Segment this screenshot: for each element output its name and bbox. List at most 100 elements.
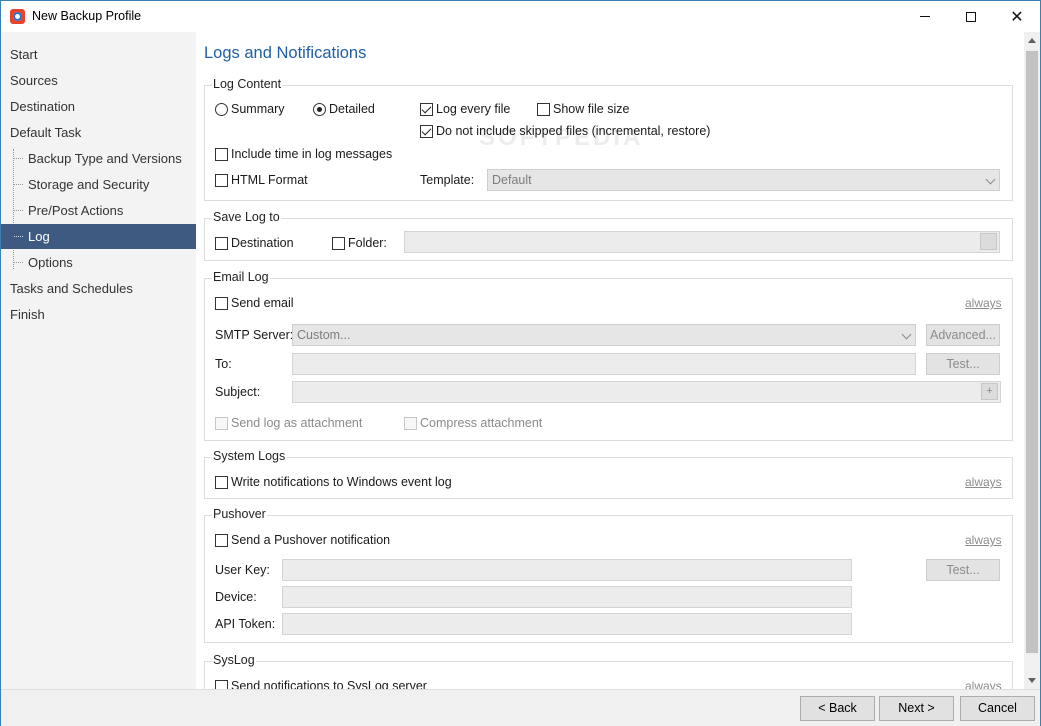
sidebar-item-storage-security[interactable]: Storage and Security: [1, 172, 196, 197]
sidebar-item-destination[interactable]: Destination: [1, 94, 196, 119]
checkbox-box: [537, 102, 550, 116]
sidebar-item-backup-type[interactable]: Backup Type and Versions: [1, 146, 196, 171]
no-skipped-files-checkbox[interactable]: Do not include skipped files (incrementa…: [420, 124, 710, 138]
detailed-label: Detailed: [329, 102, 375, 116]
subject-input[interactable]: +: [292, 381, 1001, 403]
scrollbar-thumb[interactable]: [1026, 51, 1038, 653]
checkbox-box: [215, 679, 228, 689]
checkbox-box: [420, 124, 433, 138]
minimize-icon: [920, 16, 930, 17]
send-attachment-checkbox[interactable]: Send log as attachment: [215, 416, 362, 430]
sidebar-item-log[interactable]: Log: [1, 224, 196, 249]
log-every-file-checkbox[interactable]: Log every file: [420, 102, 510, 116]
radio-circle: [313, 102, 326, 116]
vertical-scrollbar[interactable]: [1024, 32, 1040, 689]
group-title: System Logs: [212, 449, 287, 463]
send-pushover-checkbox[interactable]: Send a Pushover notification: [215, 533, 390, 547]
system-logs-always-link[interactable]: always: [965, 475, 1002, 489]
send-email-checkbox[interactable]: Send email: [215, 296, 294, 310]
include-time-label: Include time in log messages: [231, 147, 393, 161]
show-file-size-checkbox[interactable]: Show file size: [537, 102, 629, 116]
folder-path-input[interactable]: [404, 231, 1000, 253]
scroll-up-icon[interactable]: [1028, 38, 1036, 43]
tree-branch: [14, 184, 23, 185]
group-title: Save Log to: [212, 210, 281, 224]
summary-label: Summary: [231, 102, 285, 116]
cancel-button[interactable]: Cancel: [960, 696, 1035, 721]
sidebar-item-sources[interactable]: Sources: [1, 68, 196, 93]
save-destination-checkbox[interactable]: Destination: [215, 236, 294, 250]
system-logs-group: System Logs Write notifications to Windo…: [204, 449, 1013, 499]
close-button[interactable]: ✕: [994, 1, 1040, 32]
sidebar-item-label: Destination: [10, 99, 76, 114]
api-token-input[interactable]: [282, 613, 852, 635]
checkbox-box: [215, 475, 228, 489]
folder-label: Folder:: [348, 236, 387, 250]
detailed-radio[interactable]: Detailed: [313, 102, 375, 116]
compress-attachment-checkbox[interactable]: Compress attachment: [404, 416, 542, 430]
template-label: Template:: [420, 173, 475, 187]
sidebar-item-tasks-schedules[interactable]: Tasks and Schedules: [1, 276, 196, 301]
checkbox-box: [215, 236, 228, 250]
sidebar-item-default-task[interactable]: Default Task: [1, 120, 196, 145]
log-content-group: Log Content Summary Detailed Log every f…: [204, 77, 1013, 201]
syslog-checkbox[interactable]: Send notifications to SysLog server: [215, 679, 427, 689]
insert-variable-button[interactable]: +: [981, 383, 998, 400]
destination-label: Destination: [231, 236, 294, 250]
to-label: To:: [215, 357, 232, 371]
save-folder-checkbox[interactable]: Folder:: [332, 236, 387, 250]
template-value: Default: [492, 173, 532, 187]
api-token-label: API Token:: [215, 617, 276, 631]
sidebar-item-label: Finish: [10, 307, 45, 322]
maximize-button[interactable]: [948, 1, 994, 32]
back-button[interactable]: < Back: [800, 696, 875, 721]
browse-folder-icon[interactable]: [980, 233, 997, 250]
smtp-label: SMTP Server:: [215, 328, 294, 342]
main-panel: Logs and Notifications SOFTPEDIA Log Con…: [196, 32, 1024, 689]
email-test-button[interactable]: Test...: [926, 353, 1000, 375]
sidebar-item-pre-post-actions[interactable]: Pre/Post Actions: [1, 198, 196, 223]
sidebar-item-options[interactable]: Options: [1, 250, 196, 275]
sidebar-item-label: Default Task: [10, 125, 82, 140]
device-label: Device:: [215, 590, 257, 604]
device-input[interactable]: [282, 586, 852, 608]
smtp-server-select[interactable]: Custom...: [292, 324, 916, 346]
to-input[interactable]: [292, 353, 916, 375]
wizard-footer: < Back Next > Cancel: [1, 689, 1040, 726]
smtp-value: Custom...: [297, 328, 351, 342]
sidebar-item-label: Tasks and Schedules: [10, 281, 133, 296]
checkbox-box: [215, 173, 228, 187]
windows-event-log-checkbox[interactable]: Write notifications to Windows event log: [215, 475, 452, 489]
include-time-checkbox[interactable]: Include time in log messages: [215, 147, 392, 161]
checkbox-box: [332, 236, 345, 250]
sidebar-item-label: Backup Type and Versions: [28, 151, 182, 166]
pushover-always-link[interactable]: always: [965, 533, 1002, 547]
send-attachment-label: Send log as attachment: [231, 416, 363, 430]
summary-radio[interactable]: Summary: [215, 102, 284, 116]
no-skipped-label: Do not include skipped files (incrementa…: [436, 124, 711, 138]
send-email-label: Send email: [231, 296, 294, 310]
email-always-link[interactable]: always: [965, 296, 1002, 310]
checkbox-box: [215, 147, 228, 161]
smtp-advanced-button[interactable]: Advanced...: [926, 324, 1000, 346]
sidebar-item-start[interactable]: Start: [1, 42, 196, 67]
sidebar-item-label: Storage and Security: [28, 177, 150, 192]
sidebar-item-finish[interactable]: Finish: [1, 302, 196, 327]
sidebar-item-label: Start: [10, 47, 38, 62]
next-button[interactable]: Next >: [879, 696, 954, 721]
group-title: Log Content: [212, 77, 283, 91]
backup-profile-window: New Backup Profile ✕ Start Sources Desti…: [0, 0, 1041, 726]
html-format-checkbox[interactable]: HTML Format: [215, 173, 308, 187]
tree-branch: [14, 210, 23, 211]
wizard-sidebar: Start Sources Destination Default Task B…: [1, 32, 196, 689]
scroll-down-icon[interactable]: [1028, 678, 1036, 683]
checkbox-box: [215, 533, 228, 547]
tree-branch: [14, 262, 23, 263]
radio-circle: [215, 102, 228, 116]
syslog-always-link[interactable]: always: [965, 679, 1002, 689]
template-select[interactable]: Default: [487, 169, 1000, 191]
user-key-input[interactable]: [282, 559, 852, 581]
subject-label: Subject:: [215, 385, 261, 399]
pushover-test-button[interactable]: Test...: [926, 559, 1000, 581]
minimize-button[interactable]: [902, 1, 948, 32]
